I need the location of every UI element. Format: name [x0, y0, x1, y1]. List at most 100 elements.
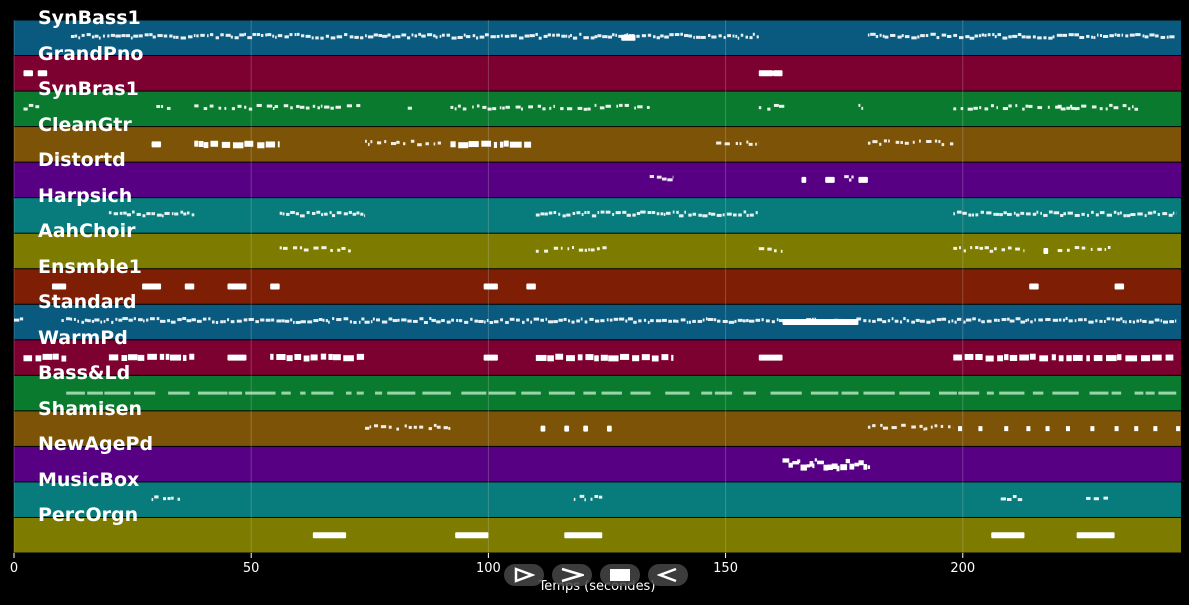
- note: [299, 105, 305, 109]
- note: [700, 35, 706, 39]
- note: [343, 355, 354, 362]
- note: [306, 211, 310, 215]
- note: [104, 391, 131, 395]
- note: [580, 317, 583, 321]
- next-button[interactable]: [552, 564, 592, 586]
- note: [510, 34, 515, 38]
- note: [157, 34, 163, 38]
- note: [528, 105, 533, 109]
- note: [320, 104, 323, 108]
- rewind-button[interactable]: [648, 564, 688, 586]
- note: [52, 353, 59, 360]
- note: [470, 317, 473, 321]
- note: [1043, 247, 1049, 254]
- note: [168, 391, 190, 395]
- note: [1006, 498, 1012, 502]
- note: [290, 106, 293, 110]
- note: [509, 317, 515, 321]
- note: [260, 33, 264, 37]
- note: [462, 107, 467, 111]
- note: [978, 34, 981, 38]
- note: [705, 317, 708, 321]
- note: [354, 35, 359, 39]
- note: [330, 248, 333, 252]
- note: [941, 317, 947, 321]
- note: [170, 320, 176, 324]
- note: [676, 319, 679, 323]
- note: [180, 36, 186, 40]
- note: [882, 320, 887, 324]
- x-tick-label: 150: [713, 561, 738, 576]
- track-label: NewAgePd: [38, 433, 154, 456]
- note: [773, 103, 779, 107]
- note: [529, 34, 535, 38]
- note: [270, 283, 280, 290]
- note: [321, 246, 327, 250]
- note: [1103, 34, 1109, 38]
- note: [545, 317, 548, 321]
- note: [294, 353, 302, 360]
- note: [594, 103, 597, 107]
- note: [911, 425, 916, 429]
- stop-icon: [610, 569, 630, 581]
- note: [671, 354, 674, 361]
- note: [177, 318, 182, 322]
- note: [465, 35, 471, 39]
- note: [877, 318, 882, 322]
- stop-button[interactable]: [600, 564, 640, 586]
- note: [521, 107, 523, 111]
- note: [299, 214, 305, 218]
- note: [387, 33, 391, 37]
- note: [373, 33, 378, 37]
- note: [307, 320, 313, 324]
- note: [676, 210, 679, 214]
- note: [1012, 494, 1017, 498]
- note: [867, 425, 871, 429]
- note: [1125, 34, 1129, 38]
- note: [272, 106, 275, 110]
- note: [276, 319, 282, 323]
- note: [587, 107, 591, 111]
- note: [504, 34, 510, 38]
- note: [174, 212, 179, 216]
- note: [733, 213, 737, 217]
- track-label: Bass&Ld: [38, 362, 131, 385]
- note: [1142, 34, 1145, 38]
- note: [457, 104, 461, 108]
- note: [661, 354, 669, 361]
- note: [651, 211, 656, 215]
- note: [615, 211, 621, 215]
- note: [325, 34, 329, 38]
- note: [364, 214, 366, 218]
- note: [356, 211, 360, 215]
- note: [37, 70, 48, 77]
- note: [1105, 107, 1108, 111]
- note: [899, 391, 930, 395]
- note: [194, 104, 199, 108]
- note: [571, 320, 575, 324]
- note: [875, 35, 879, 39]
- note: [649, 175, 654, 179]
- note: [1169, 320, 1175, 324]
- note: [995, 212, 1000, 216]
- note: [540, 212, 545, 216]
- note: [487, 107, 492, 111]
- note: [636, 211, 641, 215]
- note: [343, 212, 348, 216]
- note: [1003, 211, 1007, 215]
- note: [1165, 354, 1174, 361]
- track-label: CleanGtr: [38, 113, 132, 136]
- note: [698, 213, 702, 217]
- note: [547, 355, 554, 362]
- note: [1063, 212, 1066, 216]
- note: [422, 391, 451, 395]
- piano-roll-canvas[interactable]: [0, 0, 1189, 560]
- note: [234, 36, 239, 40]
- note: [284, 35, 289, 39]
- play-button[interactable]: [504, 564, 544, 586]
- note: [1009, 319, 1015, 323]
- note: [1019, 354, 1029, 361]
- note: [230, 320, 235, 324]
- note: [401, 318, 407, 322]
- note: [1162, 212, 1168, 216]
